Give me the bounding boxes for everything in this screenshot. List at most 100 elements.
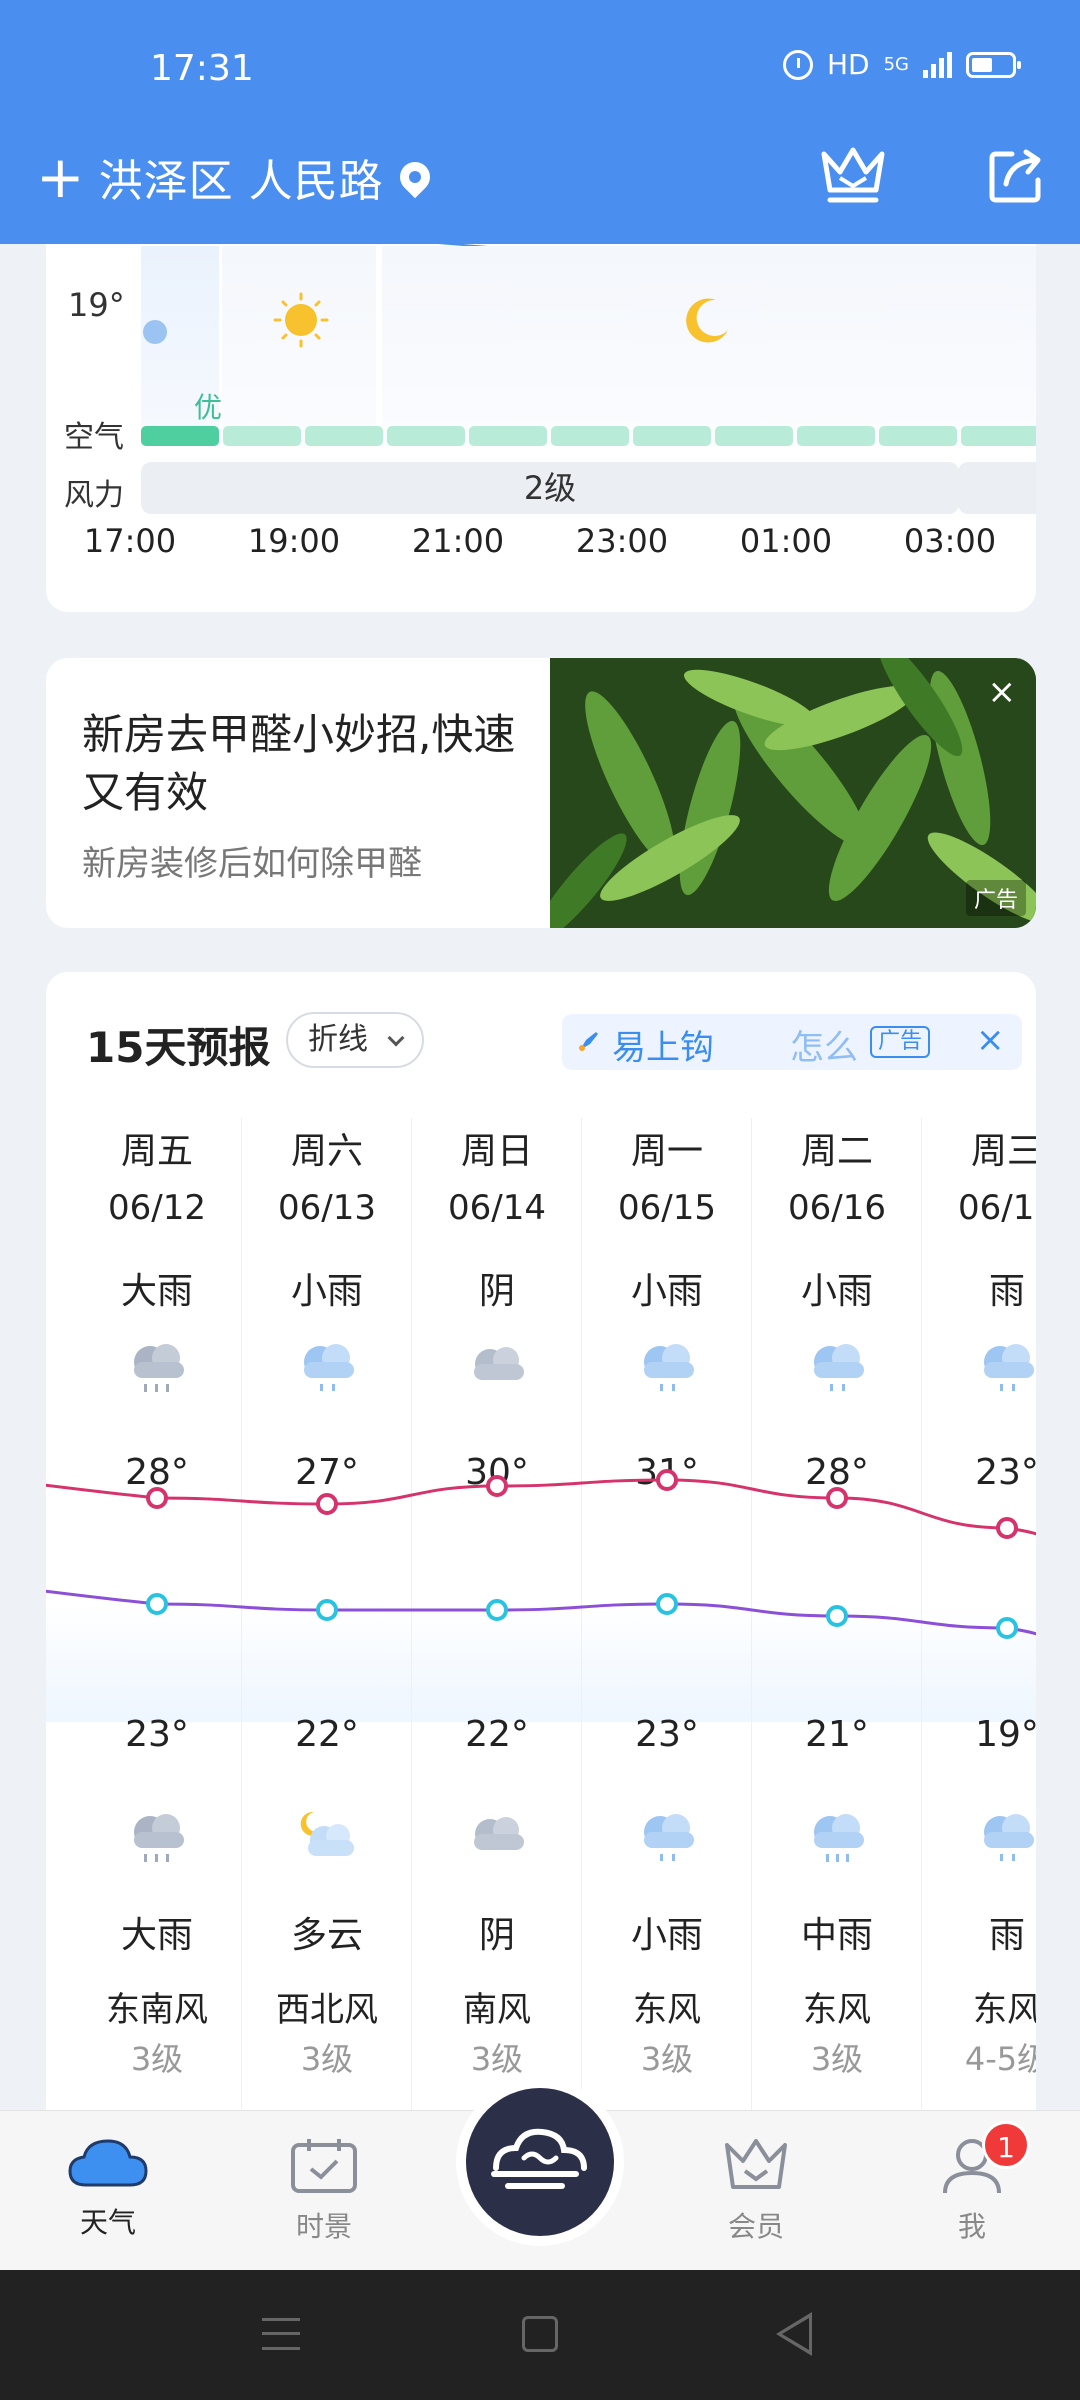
wind-direction: 东风 bbox=[803, 1990, 871, 2030]
high-temp-point bbox=[826, 1487, 848, 1509]
night-condition: 中雨 bbox=[800, 1915, 873, 1956]
status-icons: HD 5G bbox=[782, 48, 1021, 81]
nav-label: 会员 bbox=[727, 2210, 784, 2243]
night-condition: 阴 bbox=[478, 1915, 515, 1956]
back-icon[interactable] bbox=[776, 2312, 812, 2356]
day-name: 周日 bbox=[460, 1131, 533, 1172]
light-rain-icon bbox=[304, 1344, 354, 1391]
location-pin-icon bbox=[393, 155, 436, 199]
low-temp-point bbox=[146, 1593, 168, 1615]
low-temp-point bbox=[996, 1617, 1018, 1639]
wind-direction: 南风 bbox=[463, 1990, 531, 2030]
low-temp: 23° bbox=[125, 1714, 189, 1755]
night-condition: 小雨 bbox=[630, 1915, 703, 1956]
rain-icon bbox=[984, 1814, 1034, 1861]
wind-direction: 东风 bbox=[973, 1990, 1036, 2030]
nav-label: 天气 bbox=[79, 2206, 136, 2239]
high-temp-line bbox=[46, 1478, 1036, 1536]
network-type: 5G bbox=[883, 54, 909, 75]
share-icon[interactable] bbox=[986, 146, 1046, 206]
hour-time: 23:00 bbox=[575, 522, 669, 560]
ad-title[interactable]: 新房去甲醛小妙招,快速又有效 bbox=[82, 706, 542, 822]
low-temp-point bbox=[656, 1593, 678, 1615]
day-condition: 阴 bbox=[478, 1271, 515, 1312]
light-rain-icon bbox=[644, 1344, 694, 1391]
nav-membership[interactable]: 会员 bbox=[686, 2135, 826, 2245]
wind-label: 风力 bbox=[64, 478, 124, 513]
high-temp-point bbox=[316, 1493, 338, 1515]
low-temp: 22° bbox=[465, 1714, 529, 1755]
wind-level: 3级 bbox=[640, 2040, 694, 2078]
air-quality-value: 优 bbox=[194, 391, 223, 424]
hour-time: 21:00 bbox=[411, 522, 505, 560]
crown-icon bbox=[725, 2139, 787, 2189]
ad-card[interactable]: 新房去甲醛小妙招,快速又有效 新房装修后如何除甲醛 × 广告 bbox=[46, 658, 1036, 928]
low-temp: 19° bbox=[975, 1714, 1036, 1755]
wind-direction: 西北风 bbox=[276, 1990, 378, 2030]
cloud-icon bbox=[68, 2139, 148, 2187]
night-condition: 大雨 bbox=[120, 1915, 193, 1956]
hourly-forecast-card[interactable]: 19° 空气 优 风力 2级 17:00 19:00 21:00 23:00 0… bbox=[46, 200, 1036, 612]
ad-plant-image[interactable]: × 广告 bbox=[550, 658, 1036, 928]
day-date: 06/14 bbox=[448, 1188, 546, 1228]
nav-weather[interactable]: 天气 bbox=[38, 2135, 178, 2241]
day-date: 06/12 bbox=[108, 1188, 206, 1228]
high-temp-point bbox=[146, 1487, 168, 1509]
nav-me[interactable]: 1 我 bbox=[902, 2121, 1042, 2245]
hour-time: 17:00 bbox=[83, 522, 177, 560]
day-date: 06/15 bbox=[618, 1188, 716, 1228]
ad-close-button[interactable]: × bbox=[988, 672, 1017, 712]
day-name: 周六 bbox=[290, 1131, 363, 1172]
moon-icon bbox=[686, 298, 728, 343]
low-temp: 22° bbox=[295, 1714, 359, 1755]
day-date: 06/17 bbox=[958, 1188, 1036, 1228]
crown-icon[interactable] bbox=[818, 142, 888, 208]
menu-icon[interactable] bbox=[262, 2318, 300, 2350]
air-quality-label: 空气 bbox=[64, 420, 124, 455]
cloud-icon bbox=[143, 320, 167, 344]
night-condition: 雨 bbox=[988, 1915, 1025, 1956]
nav-scenery[interactable]: 时景 bbox=[254, 2135, 394, 2245]
wind-direction: 东风 bbox=[633, 1990, 701, 2030]
day-name: 周五 bbox=[120, 1131, 193, 1172]
nav-label: 时景 bbox=[295, 2210, 352, 2243]
location-selector[interactable]: + 洪泽区 人民路 bbox=[36, 145, 436, 209]
wind-level-bar: 2级 bbox=[141, 462, 959, 514]
plus-icon[interactable]: + bbox=[36, 148, 85, 206]
wind-level: 4-5级 bbox=[964, 2040, 1036, 2078]
center-weather-button[interactable] bbox=[466, 2088, 614, 2236]
nav-label: 我 bbox=[957, 2210, 986, 2243]
ad-subtitle[interactable]: 新房装修后如何除甲醛 bbox=[82, 836, 422, 885]
partly-cloudy-night-icon bbox=[300, 1811, 354, 1856]
low-temp: 21° bbox=[805, 1714, 869, 1755]
location-name[interactable]: 洪泽区 人民路 bbox=[99, 145, 384, 209]
system-navigation-bar bbox=[0, 2270, 1080, 2400]
hour-time: 03:00 bbox=[903, 522, 997, 560]
overcast-icon bbox=[474, 1347, 524, 1380]
day-condition: 小雨 bbox=[290, 1271, 363, 1312]
wind-level-bar bbox=[958, 462, 1036, 514]
heavy-rain-icon bbox=[134, 1814, 184, 1862]
status-time: 17:31 bbox=[150, 48, 254, 89]
high-temp-point bbox=[486, 1475, 508, 1497]
low-temp: 23° bbox=[635, 1714, 699, 1755]
ad-tag: 广告 bbox=[965, 880, 1026, 916]
high-temp-point bbox=[996, 1517, 1018, 1539]
hd-indicator: HD bbox=[826, 48, 870, 81]
wind-level: 3级 bbox=[810, 2040, 864, 2078]
heavy-rain-icon bbox=[134, 1344, 184, 1392]
cloud-swirl-icon bbox=[491, 2128, 587, 2189]
day-name: 周一 bbox=[630, 1131, 703, 1172]
day-condition: 大雨 bbox=[120, 1271, 193, 1312]
home-icon[interactable] bbox=[522, 2316, 558, 2352]
low-temp-line bbox=[46, 1589, 1036, 1636]
alarm-icon bbox=[782, 49, 813, 80]
rain-icon bbox=[984, 1344, 1034, 1391]
low-temp-point bbox=[486, 1599, 508, 1621]
overcast-icon bbox=[474, 1817, 524, 1850]
light-rain-icon bbox=[814, 1344, 864, 1391]
day-name: 周二 bbox=[800, 1131, 873, 1172]
sun-icon bbox=[273, 292, 329, 348]
night-condition: 多云 bbox=[290, 1915, 363, 1956]
moderate-rain-icon bbox=[814, 1814, 864, 1862]
